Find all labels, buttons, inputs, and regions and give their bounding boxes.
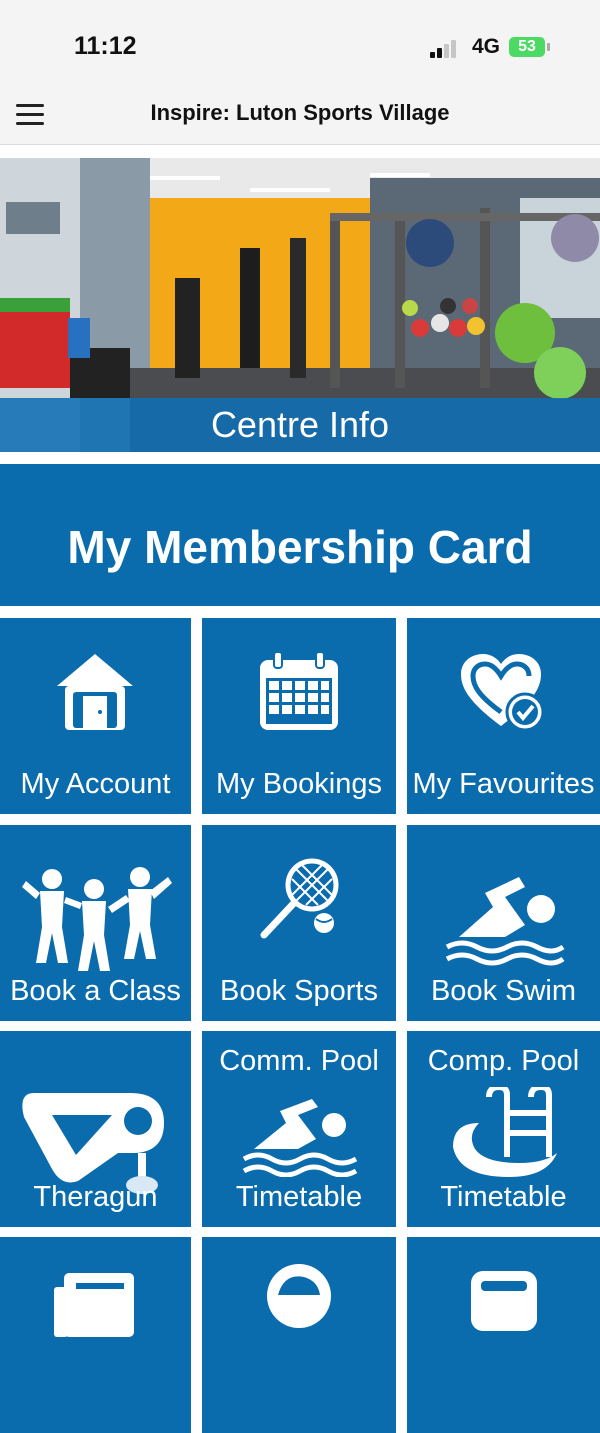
tile-row4-3[interactable] <box>407 1237 600 1433</box>
tile-label: Book a Class <box>10 975 181 1007</box>
tile-my-account[interactable]: My Account <box>0 618 191 814</box>
battery-cap <box>547 43 550 51</box>
tile-row4-2[interactable] <box>202 1237 396 1433</box>
tile-label: My Bookings <box>215 768 382 800</box>
tile-theragun[interactable]: Theragun <box>0 1031 191 1227</box>
status-bar: 11:12 4G 53 <box>0 0 600 88</box>
house-icon <box>57 654 133 730</box>
tile-label: Book Swim <box>430 975 577 1007</box>
battery-icon: 53 <box>509 37 545 57</box>
status-time: 11:12 <box>74 32 137 60</box>
tile-label: My Favourites <box>412 768 595 800</box>
network-type: 4G <box>472 35 501 58</box>
tile-row4-1[interactable] <box>0 1237 191 1433</box>
tile-label: Theragun <box>33 1181 158 1213</box>
tile-my-bookings[interactable]: My Bookings <box>202 618 396 814</box>
signal-icon <box>430 38 462 58</box>
tile-book-sports[interactable]: Book Sports <box>202 825 396 1021</box>
swimmer-icon <box>242 1099 358 1177</box>
battery-level: 53 <box>518 38 536 55</box>
tile-label-top: Comm. Pool <box>219 1045 379 1077</box>
tile-label: My Account <box>20 768 171 800</box>
tile-label: Timetable <box>235 1181 363 1213</box>
page-title: Inspire: Luton Sports Village <box>150 100 450 125</box>
tile-label: Timetable <box>440 1181 567 1213</box>
membership-card-button[interactable]: My Membership Card <box>0 464 600 606</box>
tile-book-a-class[interactable]: Book a Class <box>0 825 191 1021</box>
tile-label: Book Sports <box>220 975 378 1007</box>
theragun-icon <box>22 1093 165 1194</box>
tile-comm-pool-timetable[interactable]: Comm. Pool Timetable <box>202 1031 396 1227</box>
app-bar: Inspire: Luton Sports Village <box>0 88 600 145</box>
centre-info-band: Centre Info <box>0 398 600 452</box>
calendar-icon <box>260 651 338 730</box>
pool-ladder-icon <box>453 1087 557 1177</box>
swimmer-icon <box>445 877 565 966</box>
cards-icon <box>471 1271 537 1331</box>
centre-info-banner[interactable]: Centre Info <box>0 158 600 452</box>
heart-check-icon <box>461 654 545 732</box>
document-icon <box>54 1273 134 1337</box>
membership-card-label: My Membership Card <box>67 521 533 573</box>
tile-book-swim[interactable]: Book Swim <box>407 825 600 1021</box>
person-icon <box>267 1264 331 1328</box>
tile-comp-pool-timetable[interactable]: Comp. Pool Timetable <box>407 1031 600 1227</box>
dancers-icon <box>22 867 172 971</box>
centre-info-label: Centre Info <box>210 404 390 445</box>
tennis-icon <box>260 858 339 939</box>
tile-my-favourites[interactable]: My Favourites <box>407 618 600 814</box>
tile-label-top: Comp. Pool <box>427 1045 580 1077</box>
